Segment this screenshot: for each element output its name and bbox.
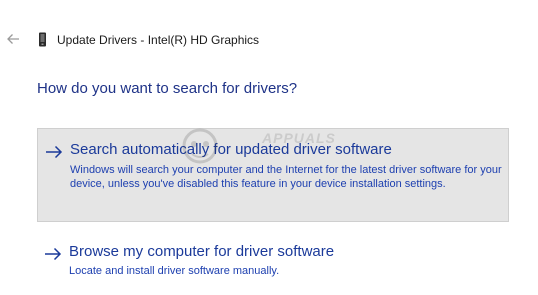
browse-computer-option[interactable]: Browse my computer for driver software L… (37, 240, 509, 284)
option-title: Search automatically for updated driver … (70, 141, 392, 158)
title-bar: Update Drivers - Intel(R) HD Graphics (0, 0, 538, 80)
search-automatically-option[interactable]: Search automatically for updated driver … (37, 128, 509, 222)
window-title: Update Drivers - Intel(R) HD Graphics (57, 33, 260, 47)
arrow-right-icon (45, 145, 63, 159)
page-heading: How do you want to search for drivers? (37, 80, 298, 97)
option-title: Browse my computer for driver software (69, 243, 335, 260)
option-description: Windows will search your computer and th… (70, 164, 502, 190)
back-arrow-icon[interactable] (5, 31, 21, 47)
option-description: Locate and install driver software manua… (69, 265, 280, 277)
arrow-right-icon (44, 247, 62, 261)
device-icon (38, 32, 47, 47)
